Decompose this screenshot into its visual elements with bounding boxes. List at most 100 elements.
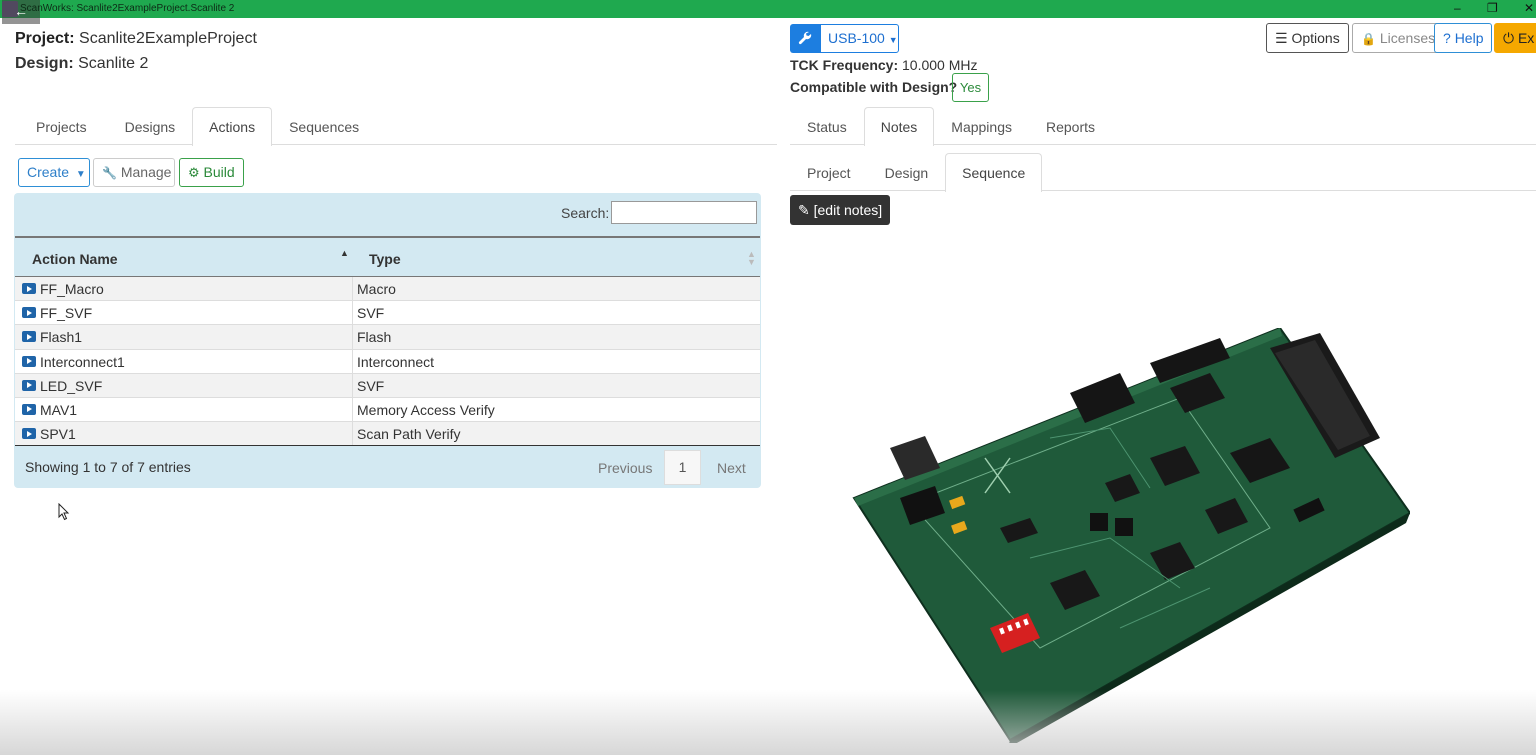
wrench-icon [798, 31, 812, 45]
table-header: Action Name ▲ Type ▲ ▼ [15, 236, 760, 277]
tab-notes-sequence[interactable]: Sequence [945, 153, 1043, 192]
column-action-name[interactable]: Action Name [32, 251, 118, 267]
action-name: Interconnect1 [40, 353, 125, 370]
table-row[interactable]: FF_Macro Macro [15, 277, 760, 302]
compatibility: Compatible with Design? [790, 79, 957, 95]
action-name: LED_SVF [40, 377, 103, 394]
power-icon: ⏻ [1503, 30, 1515, 46]
pagination-page[interactable]: 1 [664, 450, 701, 485]
manage-label: Manage [120, 164, 172, 180]
sliders-icon: ☰ [1275, 30, 1288, 46]
table-row[interactable]: MAV1 Memory Access Verify [15, 397, 760, 423]
action-name: FF_Macro [40, 281, 104, 297]
action-name: FF_SVF [40, 305, 93, 322]
manage-button[interactable]: 🔧 Manage [93, 158, 175, 187]
scanlite-board-image [852, 328, 1410, 743]
project-name: Scanlite2ExampleProject [79, 30, 257, 47]
tab-actions[interactable]: Actions [192, 107, 273, 146]
edit-notes-button[interactable]: ✎ [edit notes] [790, 195, 890, 225]
table-row[interactable]: Flash1 Flash [15, 325, 760, 350]
action-name: MAV1 [40, 401, 78, 418]
tab-notes-design[interactable]: Design [868, 153, 946, 191]
play-icon[interactable] [22, 403, 36, 415]
minimize-icon[interactable]: – [1454, 1, 1461, 15]
column-type[interactable]: Type [369, 251, 401, 267]
options-button[interactable]: ☰ Options [1266, 23, 1349, 53]
tab-mappings[interactable]: Mappings [934, 107, 1029, 145]
window-titlebar: ← ScanWorks: Scanlite2ExampleProject.Sca… [0, 0, 1536, 24]
action-type: Interconnect [357, 353, 435, 370]
caret-down-icon: ▼ [888, 35, 898, 45]
tck-frequency: TCK Frequency: 10.000 MHz [790, 57, 978, 73]
tab-projects[interactable]: Projects [15, 107, 108, 145]
controller-device: USB-100 [828, 30, 885, 46]
table-row[interactable]: LED_SVF SVF [15, 373, 760, 398]
action-type: Macro [357, 281, 396, 297]
exit-button[interactable]: ⏻ Exit [1494, 23, 1536, 53]
question-icon: ? [1443, 30, 1451, 46]
sort-icon: ▲ ▼ [747, 249, 756, 267]
licenses-label: Licenses [1379, 30, 1436, 46]
caret-down-icon: ▼ [75, 169, 86, 180]
play-icon[interactable] [22, 307, 36, 319]
gears-icon: ⚙ [188, 165, 200, 180]
restore-icon[interactable]: ❐ [1487, 1, 1498, 15]
sort-ascending-icon: ▲ [340, 248, 349, 258]
action-type: Flash [357, 329, 392, 346]
tab-status[interactable]: Status [790, 107, 864, 145]
tab-sequences[interactable]: Sequences [272, 107, 376, 145]
controller-settings-button[interactable] [790, 24, 820, 53]
bottom-fade [0, 690, 1536, 755]
licenses-button[interactable]: 🔒 Licenses [1352, 23, 1445, 53]
pagination-previous[interactable]: Previous [598, 460, 652, 476]
design-name: Scanlite 2 [78, 55, 149, 72]
close-icon[interactable]: ✕ [1524, 1, 1534, 15]
tck-value: 10.000 MHz [902, 57, 978, 73]
main-tabs: Projects Designs Actions Sequences [15, 107, 777, 146]
search-label: Search: [561, 205, 610, 221]
build-label: Build [203, 164, 235, 180]
table-row[interactable]: FF_SVF SVF [15, 301, 760, 326]
action-type: SVF [357, 305, 385, 322]
play-icon[interactable] [22, 331, 36, 343]
build-button[interactable]: ⚙ Build [179, 158, 244, 187]
design-label: Design: [15, 55, 74, 72]
pencil-icon: ✎ [798, 202, 810, 218]
pagination-next[interactable]: Next [717, 460, 746, 476]
action-name: Flash1 [40, 329, 83, 346]
create-button[interactable]: Create ▼ [18, 158, 90, 187]
tab-notes-project[interactable]: Project [790, 153, 868, 191]
design-heading: Design: Scanlite 2 [15, 55, 148, 73]
edit-notes-label: [edit notes] [813, 202, 883, 218]
action-type: SVF [357, 377, 385, 394]
search-input[interactable] [611, 201, 757, 224]
create-label: Create [27, 164, 70, 180]
project-label: Project: [15, 30, 75, 47]
tab-reports[interactable]: Reports [1029, 107, 1112, 145]
play-icon[interactable] [22, 428, 36, 440]
wrench-icon: 🔧 [102, 166, 117, 180]
compat-label: Compatible with Design? [790, 79, 958, 95]
table-footer-divider [15, 445, 760, 446]
table-row[interactable]: Interconnect1 Interconnect [15, 349, 760, 374]
options-label: Options [1291, 30, 1340, 46]
action-name: SPV1 [40, 426, 76, 443]
action-type: Scan Path Verify [357, 426, 461, 443]
play-icon[interactable] [22, 355, 36, 367]
tab-designs[interactable]: Designs [108, 107, 193, 145]
help-button[interactable]: ? Help [1434, 23, 1493, 53]
mouse-cursor-icon [58, 503, 70, 521]
window-title: ScanWorks: Scanlite2ExampleProject.Scanl… [20, 3, 235, 14]
tab-notes[interactable]: Notes [863, 107, 935, 146]
lock-icon: 🔒 [1361, 32, 1376, 46]
table-row[interactable]: SPV1 Scan Path Verify [15, 422, 760, 447]
exit-label: Exit [1517, 30, 1535, 46]
action-type: Memory Access Verify [357, 401, 495, 418]
controller-select[interactable]: USB-100 ▼ [820, 24, 899, 53]
play-icon[interactable] [22, 283, 36, 294]
table-body: FF_Macro Macro FF_SVF SVF Flash1 Flash I… [15, 277, 760, 447]
tck-label: TCK Frequency: [790, 57, 899, 73]
notes-tabs: Project Design Sequence [790, 153, 1536, 192]
project-heading: Project: Scanlite2ExampleProject [15, 30, 257, 48]
play-icon[interactable] [22, 379, 36, 391]
